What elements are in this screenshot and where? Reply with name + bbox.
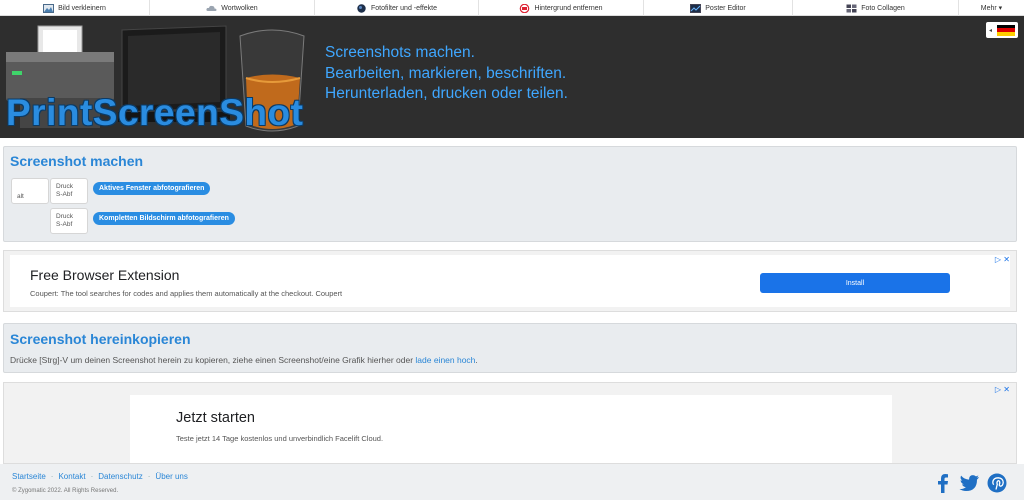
- footer-link-ueber-uns[interactable]: Über uns: [155, 472, 187, 481]
- panel-title: Screenshot machen: [10, 153, 144, 169]
- german-flag-icon: [997, 24, 1015, 36]
- upload-link[interactable]: lade einen hoch: [415, 355, 475, 365]
- nav-item-wortwolken[interactable]: Wortwolken: [150, 0, 315, 16]
- install-button[interactable]: Install: [760, 273, 950, 293]
- footer: Startseite · Kontakt · Datenschutz · Übe…: [0, 464, 1024, 500]
- nav-item-poster-editor[interactable]: Poster Editor: [644, 0, 793, 16]
- cloud-icon: [206, 5, 217, 11]
- facebook-icon[interactable]: [932, 472, 954, 494]
- paste-text: Drücke [Strg]-V um deinen Screenshot her…: [10, 355, 416, 365]
- adchoices-icon[interactable]: ▷ ✕: [995, 385, 1010, 394]
- tagline-line: Screenshots machen.: [325, 44, 475, 61]
- footer-links: Startseite · Kontakt · Datenschutz · Übe…: [12, 472, 188, 481]
- ad-banner-2: Jetzt starten Teste jetzt 14 Tage kosten…: [3, 382, 1017, 464]
- nav-item-hintergrund-entfernen[interactable]: Hintergrund entfernen: [479, 0, 644, 16]
- footer-link-startseite[interactable]: Startseite: [12, 472, 46, 481]
- nav-more-menu[interactable]: Mehr ▾: [959, 0, 1024, 16]
- panel-title: Screenshot hereinkopieren: [10, 331, 191, 347]
- copyright: © Zygomatic 2022. All Rights Reserved.: [12, 488, 119, 494]
- separator: ·: [90, 472, 94, 481]
- ad-title[interactable]: Free Browser Extension: [30, 267, 179, 283]
- capture-fullscreen-button[interactable]: Kompletten Bildschirm abfotografieren: [93, 212, 235, 225]
- ad-subtitle: Teste jetzt 14 Tage kostenlos und unverb…: [176, 434, 384, 443]
- poster-icon: [690, 3, 702, 13]
- paste-instructions: Drücke [Strg]-V um deinen Screenshot her…: [10, 355, 478, 365]
- key-alt: alt: [11, 178, 49, 204]
- filter-icon: [357, 3, 366, 13]
- pinterest-icon[interactable]: [986, 472, 1008, 494]
- key-label: Druck: [56, 213, 73, 220]
- ad-title[interactable]: Jetzt starten: [176, 410, 255, 426]
- nav-item-foto-collagen[interactable]: Foto Collagen: [793, 0, 959, 16]
- nav-label: Hintergrund entfernen: [534, 4, 603, 12]
- key-label: S-Abf: [56, 191, 73, 198]
- ad-subtitle: Coupert: The tool searches for codes and…: [30, 289, 343, 298]
- caret-left-icon: ◂: [989, 28, 993, 34]
- twitter-icon[interactable]: [958, 472, 980, 494]
- collage-icon: [846, 4, 857, 12]
- top-nav: Bild verkleinern Wortwolken Fotofilter u…: [0, 0, 1024, 16]
- footer-link-datenschutz[interactable]: Datenschutz: [98, 472, 142, 481]
- tagline: Screenshots machen. Bearbeiten, markiere…: [325, 43, 568, 105]
- remove-background-icon: [520, 3, 530, 13]
- hero-header: PrintScreenShot Screenshots machen. Bear…: [0, 16, 1024, 138]
- key-label: Druck: [56, 183, 73, 190]
- tagline-line: Herunterladen, drucken oder teilen.: [325, 85, 568, 102]
- footer-link-kontakt[interactable]: Kontakt: [58, 472, 85, 481]
- key-print: Druck S-Abf: [50, 208, 88, 234]
- nav-label: Foto Collagen: [861, 4, 905, 12]
- paste-panel: Screenshot hereinkopieren Drücke [Strg]-…: [3, 323, 1017, 373]
- key-print: Druck S-Abf: [50, 178, 88, 204]
- tagline-line: Bearbeiten, markieren, beschriften.: [325, 64, 567, 82]
- nav-item-fotofilter[interactable]: Fotofilter und -effekte: [315, 0, 479, 16]
- key-label: S-Abf: [56, 221, 73, 228]
- key-label: alt: [17, 193, 24, 200]
- nav-item-bild-verkleinern[interactable]: Bild verkleinern: [0, 0, 150, 16]
- nav-label: Fotofilter und -effekte: [370, 4, 438, 12]
- screenshot-panel: Screenshot machen alt Druck S-Abf Aktive…: [3, 146, 1017, 242]
- brand-logo-text: PrintScreenShot: [6, 92, 304, 133]
- separator: ·: [50, 472, 54, 481]
- nav-label: Poster Editor: [705, 4, 746, 12]
- paste-end: .: [475, 355, 478, 365]
- ad-card: Jetzt starten Teste jetzt 14 Tage kosten…: [130, 395, 892, 463]
- nav-label: Bild verkleinern: [58, 4, 106, 12]
- language-selector[interactable]: ◂: [986, 22, 1018, 38]
- image-icon: [43, 3, 55, 13]
- separator: ·: [147, 472, 151, 481]
- nav-label: Mehr ▾: [980, 5, 1003, 12]
- capture-window-button[interactable]: Aktives Fenster abfotografieren: [93, 182, 211, 195]
- nav-label: Wortwolken: [221, 4, 258, 12]
- adchoices-icon[interactable]: ▷ ✕: [995, 255, 1010, 264]
